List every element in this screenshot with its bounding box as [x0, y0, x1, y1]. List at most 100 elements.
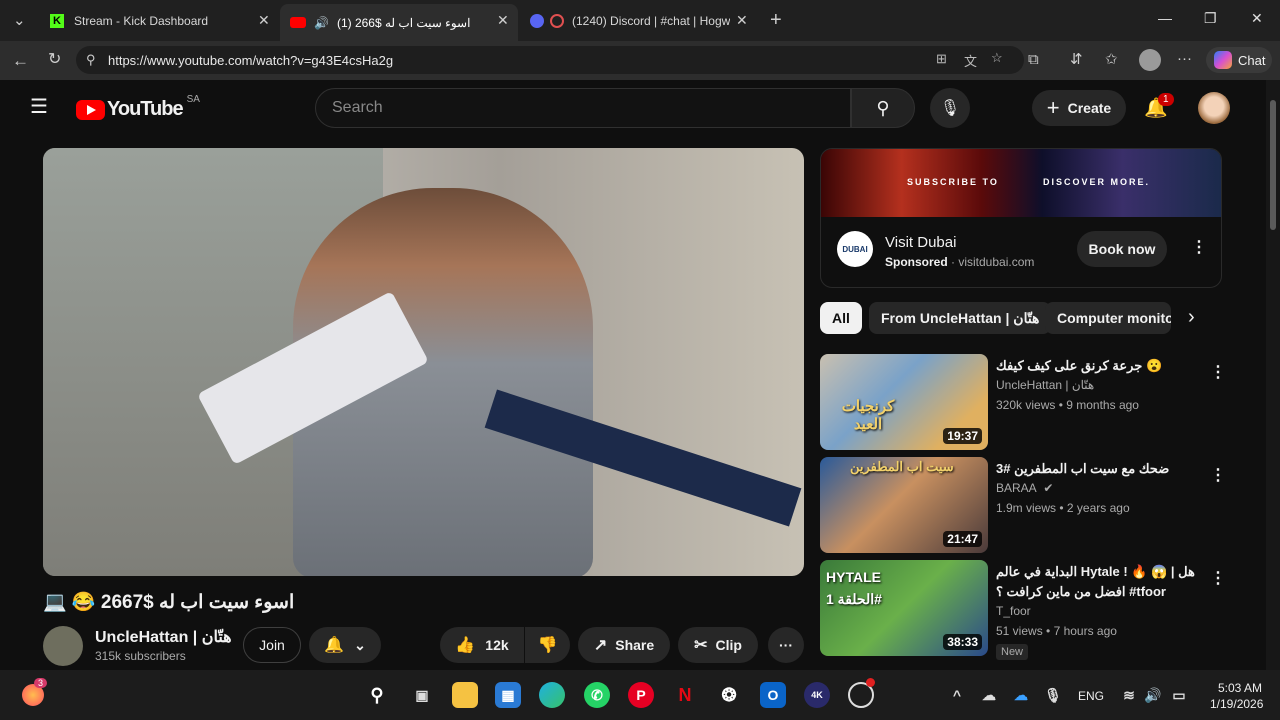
- video-player[interactable]: [43, 148, 804, 576]
- view-count: 51 views: [996, 624, 1043, 638]
- onedrive-icon[interactable]: ☁: [1008, 682, 1034, 708]
- clip-button[interactable]: ✂ Clip: [678, 627, 758, 663]
- channel-avatar[interactable]: [43, 626, 83, 666]
- app-available-icon[interactable]: ⊞: [936, 51, 947, 67]
- cloud-icon[interactable]: ☁: [976, 682, 1002, 708]
- microsoft-store-icon[interactable]: ▦: [495, 682, 521, 708]
- new-tab-icon[interactable]: +: [770, 10, 782, 30]
- video-title: 💻 😂 اسوء سيت اب له $2667: [43, 592, 295, 613]
- chip-from-channel[interactable]: From UncleHattan | هتّان: [869, 302, 1052, 334]
- channel-name[interactable]: UncleHattan | هتّان: [996, 378, 1094, 392]
- whatsapp-icon[interactable]: ✆: [584, 682, 610, 708]
- new-badge: New: [996, 644, 1029, 660]
- recommendation-item[interactable]: سيت اب المطفرين 21:47 ضحك مع سيت اب المط…: [820, 457, 1226, 553]
- video-thumbnail[interactable]: HYTALE الحلقة 1# 38:33: [820, 560, 988, 656]
- recommendation-item[interactable]: كرنجيات العيد 19:37 جرعة كرنق على كيف كي…: [820, 354, 1226, 450]
- channel-name[interactable]: T_foor: [996, 604, 1031, 618]
- more-options-icon[interactable]: ⋮: [1210, 568, 1226, 588]
- obs-recorder-icon[interactable]: [848, 678, 875, 708]
- search-input[interactable]: Search: [315, 88, 851, 128]
- ad-card[interactable]: SUBSCRIBE TO DISCOVER MORE. DUBAI Visit …: [820, 148, 1222, 288]
- battery-icon[interactable]: ▭: [1166, 682, 1192, 708]
- channel-name[interactable]: BARAA: [996, 481, 1036, 495]
- youtube-logo[interactable]: YouTube SA: [76, 94, 200, 121]
- share-icon: ↗: [593, 637, 608, 654]
- tab-kick[interactable]: K Stream - Kick Dashboard: [40, 6, 278, 36]
- tab-discord[interactable]: (1240) Discord | #chat | Hogw: [520, 6, 758, 36]
- restore-icon[interactable]: ❐: [1204, 10, 1217, 27]
- like-button[interactable]: 👍 12k: [440, 627, 524, 663]
- create-button[interactable]: + Create: [1032, 90, 1126, 126]
- close-tab-icon[interactable]: ✕: [497, 12, 509, 29]
- language-indicator[interactable]: ENG: [1078, 689, 1104, 703]
- file-explorer-icon[interactable]: [452, 682, 478, 708]
- minimize-icon[interactable]: —: [1158, 10, 1172, 26]
- profile-icon[interactable]: [1139, 49, 1161, 71]
- extensions-icon[interactable]: ⧉: [1028, 52, 1039, 67]
- subscribed-bell-button[interactable]: 🔔 ⌄: [309, 627, 381, 663]
- scrollbar-thumb[interactable]: [1270, 100, 1276, 230]
- site-info-icon[interactable]: ⚲: [86, 52, 96, 68]
- speaker-icon[interactable]: 🔊: [314, 16, 329, 30]
- chip-label: Computer monito: [1057, 310, 1171, 326]
- microphone-tray-icon[interactable]: 🎙: [1040, 682, 1066, 708]
- join-button[interactable]: Join: [243, 627, 301, 663]
- more-menu-icon[interactable]: ···: [1177, 51, 1192, 66]
- tab-youtube[interactable]: 🔊 (1) اسوء سيت اب له $266: [280, 4, 518, 41]
- video-player-4k-icon[interactable]: 4K: [804, 682, 830, 708]
- clock-date: 1/19/2026: [1210, 697, 1264, 711]
- task-view-icon[interactable]: ▣: [409, 682, 435, 708]
- split-screen-icon[interactable]: ⇵: [1070, 52, 1083, 67]
- more-options-icon[interactable]: ⋮: [1210, 362, 1226, 382]
- share-button[interactable]: ↗ Share: [578, 627, 670, 663]
- tab-list-icon[interactable]: ⌄: [13, 13, 26, 28]
- more-actions-button[interactable]: ···: [768, 627, 804, 663]
- firefox-app-icon[interactable]: 3: [22, 678, 48, 706]
- close-tab-icon[interactable]: ✕: [736, 12, 748, 29]
- search-icon[interactable]: ⚲: [364, 682, 390, 708]
- search-button[interactable]: ⚲: [851, 88, 915, 128]
- volume-icon[interactable]: 🔊: [1140, 682, 1166, 708]
- clock[interactable]: 5:03 AM 1/19/2026: [1210, 680, 1264, 712]
- ad-more-icon[interactable]: ⋮: [1191, 237, 1207, 257]
- ad-banner-text-left: SUBSCRIBE TO: [907, 177, 999, 187]
- close-tab-icon[interactable]: ✕: [258, 12, 270, 29]
- chips-next-icon[interactable]: ›: [1188, 306, 1195, 329]
- recommendation-item[interactable]: HYTALE الحلقة 1# 38:33 البداية في عالم H…: [820, 560, 1226, 670]
- address-bar[interactable]: ⚲ https://www.youtube.com/watch?v=g43E4c…: [76, 46, 1024, 74]
- hamburger-menu-icon[interactable]: ☰: [30, 97, 48, 117]
- chip-all[interactable]: All: [820, 302, 862, 334]
- voice-search-button[interactable]: 🎙: [930, 88, 970, 128]
- chat-label: Chat: [1238, 52, 1266, 68]
- video-title: ضحك مع سيت اب المطفرين #3: [996, 461, 1170, 476]
- close-window-icon[interactable]: ✕: [1251, 10, 1263, 27]
- pinterest-icon[interactable]: P: [628, 682, 654, 708]
- refresh-icon[interactable]: ↻: [48, 52, 61, 68]
- favorite-star-icon[interactable]: ☆: [991, 50, 1003, 66]
- chatgpt-icon[interactable]: ❂: [716, 682, 742, 708]
- video-thumbnail[interactable]: سيت اب المطفرين 21:47: [820, 457, 988, 553]
- outlook-icon[interactable]: O: [760, 682, 786, 708]
- channel-name[interactable]: UncleHattan | هتّان: [95, 627, 232, 647]
- chip-computer-monitors[interactable]: Computer monito: [1045, 302, 1171, 334]
- copilot-chat-button[interactable]: Chat: [1206, 47, 1272, 73]
- wifi-icon[interactable]: ≋: [1116, 682, 1142, 708]
- account-avatar[interactable]: [1198, 92, 1230, 124]
- book-now-button[interactable]: Book now: [1077, 231, 1167, 267]
- back-icon[interactable]: ←: [12, 52, 29, 69]
- netflix-icon[interactable]: N: [672, 682, 698, 708]
- more-options-icon[interactable]: ⋮: [1210, 465, 1226, 485]
- favorites-icon[interactable]: ✩: [1105, 52, 1118, 67]
- bell-icon: 🔔: [324, 637, 345, 654]
- start-windows-icon[interactable]: [319, 682, 345, 708]
- page-scrollbar[interactable]: [1266, 80, 1280, 670]
- video-thumbnail[interactable]: كرنجيات العيد 19:37: [820, 354, 988, 450]
- tray-overflow-chevron-icon[interactable]: ^: [944, 682, 970, 708]
- search-icon: ⚲: [876, 97, 890, 118]
- dislike-button[interactable]: 👎: [525, 627, 570, 663]
- ad-banner-image[interactable]: SUBSCRIBE TO DISCOVER MORE.: [821, 149, 1221, 217]
- edge-browser-icon[interactable]: [539, 682, 565, 708]
- notifications-button[interactable]: 🔔 1: [1144, 93, 1174, 122]
- verified-icon: ✔: [1043, 481, 1054, 495]
- translate-icon[interactable]: 文: [964, 51, 977, 70]
